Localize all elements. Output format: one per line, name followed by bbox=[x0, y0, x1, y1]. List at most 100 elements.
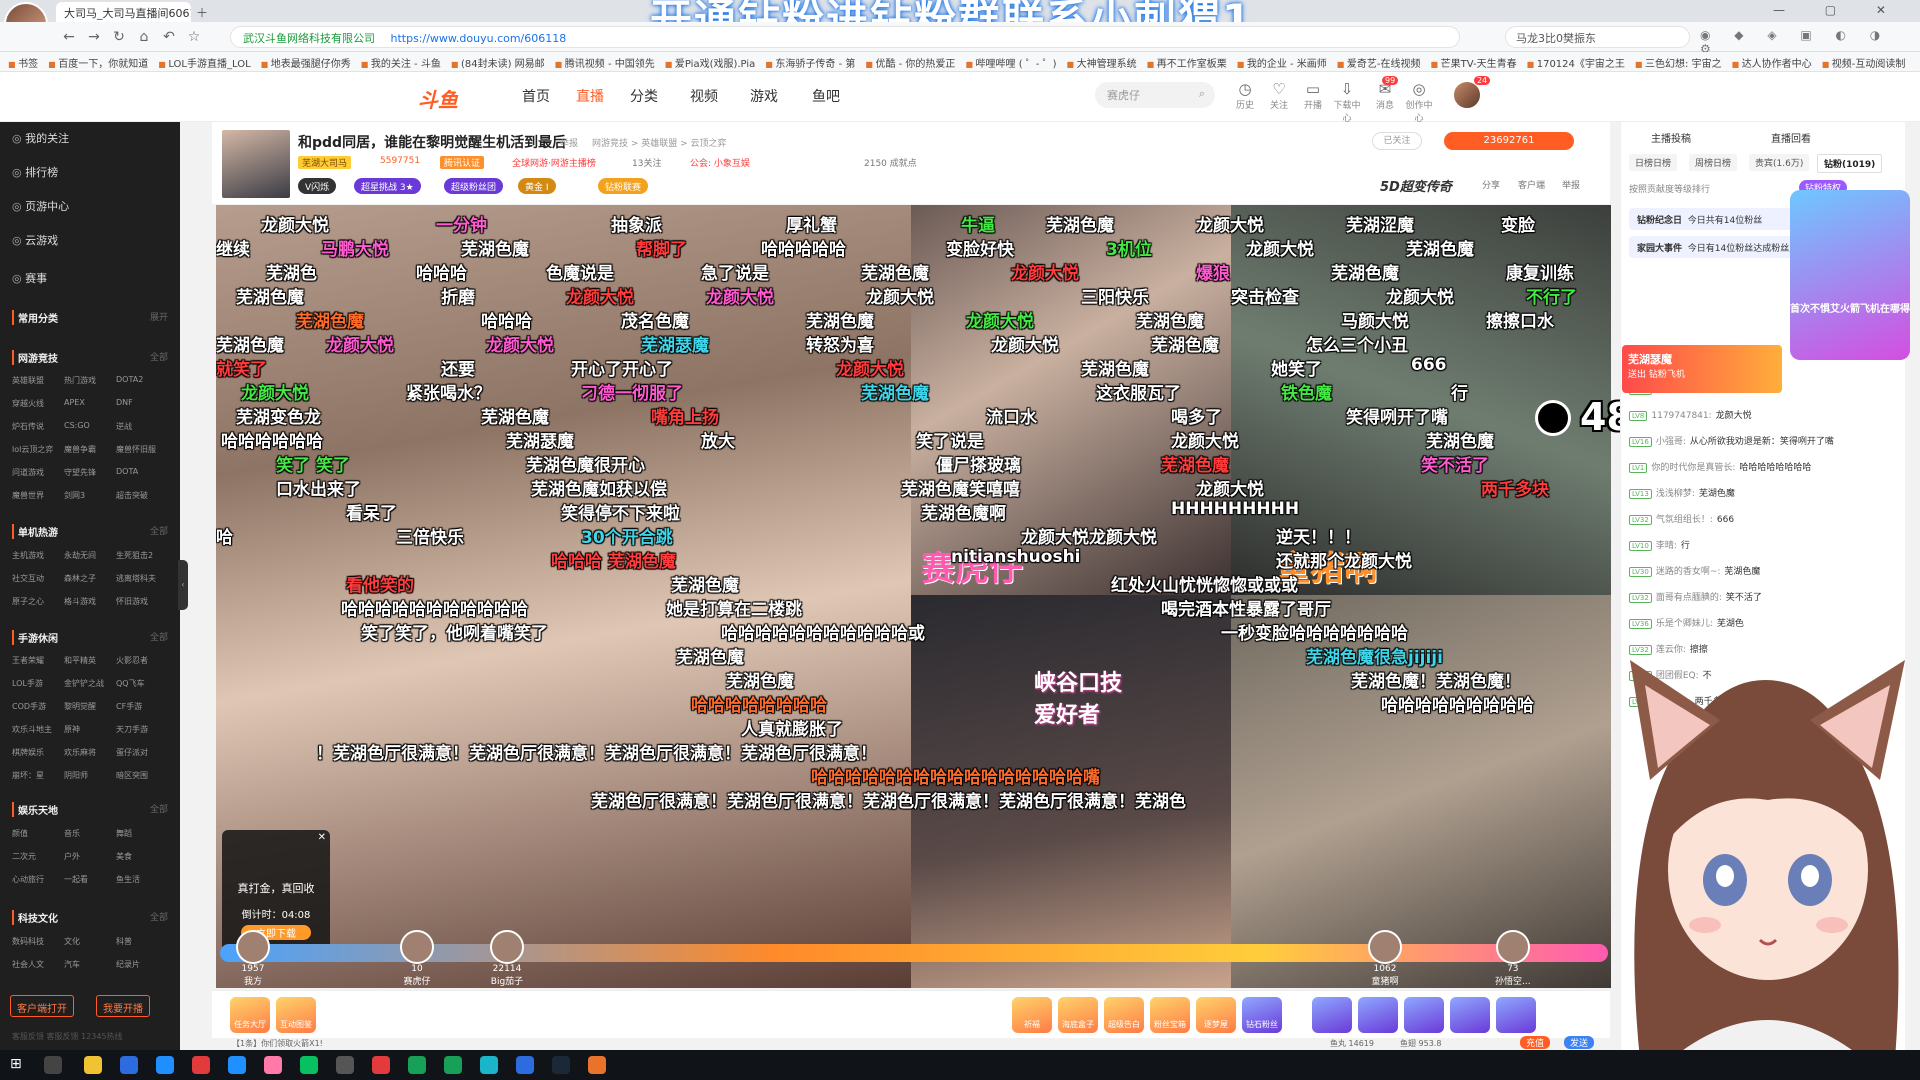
vote-user-5[interactable]: 73 孙悟空... bbox=[1495, 930, 1531, 987]
sidebar-category-link[interactable]: lol云顶之弈 bbox=[12, 444, 64, 455]
expand-common[interactable]: 展开 bbox=[150, 310, 168, 323]
bookmark-item[interactable]: 视频-互动阅读制 bbox=[1822, 55, 1906, 70]
bookmark-item[interactable]: 优酷 - 你的热爱正 bbox=[865, 55, 955, 70]
chat-username[interactable]: 李晴: bbox=[1656, 541, 1677, 551]
gift-slot-5[interactable] bbox=[1496, 997, 1536, 1033]
app-cyan-icon[interactable] bbox=[480, 1056, 498, 1074]
sidebar-category-link[interactable]: CF手游 bbox=[116, 701, 168, 712]
sidebar-category-link[interactable]: 怀旧游戏 bbox=[116, 596, 168, 607]
followed-button[interactable]: 已关注 bbox=[1372, 132, 1422, 150]
sidebar-category-link[interactable]: 剑网3 bbox=[64, 490, 116, 501]
bookmark-item[interactable]: 芒果TV-天生青春 bbox=[1431, 55, 1517, 70]
chat-message[interactable]: LV36 乐是个卿妹儿: 芜湖色 bbox=[1629, 616, 1859, 629]
recharge-button[interactable]: 充值 bbox=[1520, 1036, 1551, 1049]
sidebar-category-link[interactable]: 音乐 bbox=[64, 828, 116, 839]
bookmark-item[interactable]: 170124《宇宙之王 bbox=[1527, 55, 1625, 70]
video-player[interactable]: 赛虎仔 童猪啊 峡谷口技 爱好者 龙颜大悦 一分钟 抽象派 厚礼蟹 牛逼 芜湖色魔 龙颜大悦… bbox=[216, 205, 1611, 988]
host-name[interactable]: 芜湖大司马 bbox=[298, 156, 352, 169]
sidebar-category-link[interactable]: 暗区突围 bbox=[116, 770, 168, 781]
sidebar-category-link[interactable]: 火影忍者 bbox=[116, 655, 168, 666]
sidebar-category-link[interactable]: 颜值 bbox=[12, 828, 64, 839]
refresh-icon[interactable]: ↻ bbox=[110, 28, 128, 46]
sidebar-category-link[interactable]: 欢乐麻将 bbox=[64, 747, 116, 758]
sidebar-category-link[interactable]: 炉石传说 bbox=[12, 421, 64, 432]
vote-user-3[interactable]: 22114 Big茄子 bbox=[490, 930, 524, 987]
nav-game[interactable]: 游戏 bbox=[750, 86, 778, 106]
bookmark-item[interactable]: LOL手游直播_LOL bbox=[158, 55, 250, 70]
sidebar-category-link[interactable]: 守望先锋 bbox=[64, 467, 116, 478]
chat-message[interactable]: LV8 1179747841: 龙颜大悦 bbox=[1629, 408, 1859, 421]
browser2-icon[interactable] bbox=[516, 1056, 534, 1074]
bookmark-star-icon[interactable]: ☆ bbox=[185, 28, 203, 46]
nav-home[interactable]: 首页 bbox=[522, 86, 550, 106]
more-single-games[interactable]: 全部 bbox=[150, 524, 168, 537]
app-orange-icon[interactable] bbox=[588, 1056, 606, 1074]
sidebar-category-link[interactable]: 一起看 bbox=[64, 874, 116, 885]
gift-slot-1[interactable] bbox=[1312, 997, 1352, 1033]
sidebar-category-link[interactable]: 文化 bbox=[64, 936, 116, 947]
badge-fanclub[interactable]: 超级粉丝团 bbox=[444, 178, 504, 194]
vote-user-1[interactable]: 1957 我方 bbox=[236, 930, 270, 987]
sidebar-category-link[interactable]: 鱼生活 bbox=[116, 874, 168, 885]
app-pink-icon[interactable] bbox=[264, 1056, 282, 1074]
new-tab-button[interactable]: ＋ bbox=[196, 4, 208, 21]
sidebar-category-link[interactable]: 原子之心 bbox=[12, 596, 64, 607]
chat-message[interactable]: LV13 浅浅柳梦: 芜湖色魔 bbox=[1629, 486, 1859, 499]
sidebar-category-link[interactable]: 魔兽世界 bbox=[12, 490, 64, 501]
send-button[interactable]: 发送 bbox=[1564, 1036, 1595, 1049]
task-hall-button[interactable]: 任务大厅 bbox=[230, 997, 270, 1033]
sidebar-category-link[interactable]: 问道游戏 bbox=[12, 467, 64, 478]
bookmark-item[interactable]: (84封未读) 网易邮 bbox=[451, 55, 545, 70]
sidebar-item-cloudgame[interactable]: 云游戏 bbox=[12, 232, 58, 248]
sidebar-category-link[interactable]: 超击突破 bbox=[116, 490, 168, 501]
search-icon[interactable]: ⌕ bbox=[1199, 87, 1205, 101]
badge-vip[interactable]: V闪烁 bbox=[298, 178, 337, 194]
app-green2-icon[interactable] bbox=[444, 1056, 462, 1074]
tab-nobles[interactable]: 贵宾(1.6万) bbox=[1749, 154, 1810, 171]
sidebar-category-link[interactable]: 王者荣耀 bbox=[12, 655, 64, 666]
site-search-input[interactable]: 赛虎仔 ⌕ bbox=[1095, 82, 1215, 108]
host-avatar[interactable] bbox=[222, 130, 290, 198]
sidebar-category-link[interactable]: APEX bbox=[64, 398, 116, 409]
history-icon[interactable]: ◷ 历史 bbox=[1230, 80, 1260, 111]
browser-search-input[interactable]: 马龙3比0樊振东 bbox=[1505, 26, 1690, 48]
sidebar-category-link[interactable]: 和平精英 bbox=[64, 655, 116, 666]
sidebar-category-link[interactable]: 热门游戏 bbox=[64, 375, 116, 386]
sidebar-category-link[interactable]: LOL手游 bbox=[12, 678, 64, 689]
chat-username[interactable]: 乐是个卿妹儿: bbox=[1656, 619, 1713, 629]
sidebar-item-webgame[interactable]: 页游中心 bbox=[12, 198, 69, 214]
sidebar-category-link[interactable]: 社交互动 bbox=[12, 573, 64, 584]
home-icon[interactable]: ⌂ bbox=[135, 28, 153, 46]
open-client-button[interactable]: 客户端打开 bbox=[10, 995, 74, 1017]
douyu-logo[interactable]: 斗鱼 bbox=[418, 84, 458, 113]
guild-notice[interactable]: 公会: 小象互娱 bbox=[690, 156, 750, 169]
back-icon[interactable]: ← bbox=[60, 28, 78, 46]
sidebar-category-link[interactable]: 英雄联盟 bbox=[12, 375, 64, 386]
sidebar-category-link[interactable]: 森林之子 bbox=[64, 573, 116, 584]
collapse-sidebar-handle[interactable]: ‹ bbox=[178, 560, 188, 610]
tab-day-rank[interactable]: 日榜日榜 bbox=[1629, 154, 1678, 171]
sidebar-category-link[interactable]: 汽车 bbox=[64, 959, 116, 970]
window-controls[interactable]: — ▢ ✕ bbox=[1773, 3, 1904, 17]
start-live-button[interactable]: 我要开播 bbox=[96, 995, 150, 1017]
chat-username[interactable]: 1179747841: bbox=[1651, 411, 1711, 421]
gift-ocean-box[interactable]: 海底盒子 bbox=[1058, 997, 1098, 1033]
sidebar-category-link[interactable]: 黎明觉醒 bbox=[64, 701, 116, 712]
more-entertainment[interactable]: 全部 bbox=[150, 802, 168, 815]
gift-slot-4[interactable] bbox=[1450, 997, 1490, 1033]
sidebar-category-link[interactable]: 数码科技 bbox=[12, 936, 64, 947]
bookmark-item[interactable]: 再不工作室板栗 bbox=[1147, 55, 1227, 70]
sidebar-item-esports[interactable]: 赛事 bbox=[12, 270, 47, 286]
bookmark-item[interactable]: 东海骄子传奇 - 第 bbox=[765, 55, 855, 70]
undo-icon[interactable]: ↶ bbox=[160, 28, 178, 46]
chat-username[interactable]: 面哥有点腼腆的: bbox=[1656, 593, 1722, 603]
report-button[interactable]: 举报 bbox=[1562, 178, 1580, 191]
sidebar-item-ranking[interactable]: 排行榜 bbox=[12, 164, 58, 180]
nav-category[interactable]: 分类 bbox=[630, 86, 658, 106]
nav-live[interactable]: 直播 bbox=[576, 86, 604, 106]
url-input[interactable]: 武汉斗鱼网络科技有限公司 https://www.douyu.com/60611… bbox=[230, 26, 1460, 48]
badge-gold[interactable]: 黄金 I bbox=[518, 178, 556, 194]
sidebar-category-link[interactable]: 心动旅行 bbox=[12, 874, 64, 885]
sidebar-category-link[interactable]: 欢乐斗地主 bbox=[12, 724, 64, 735]
gift-slot-3[interactable] bbox=[1404, 997, 1444, 1033]
